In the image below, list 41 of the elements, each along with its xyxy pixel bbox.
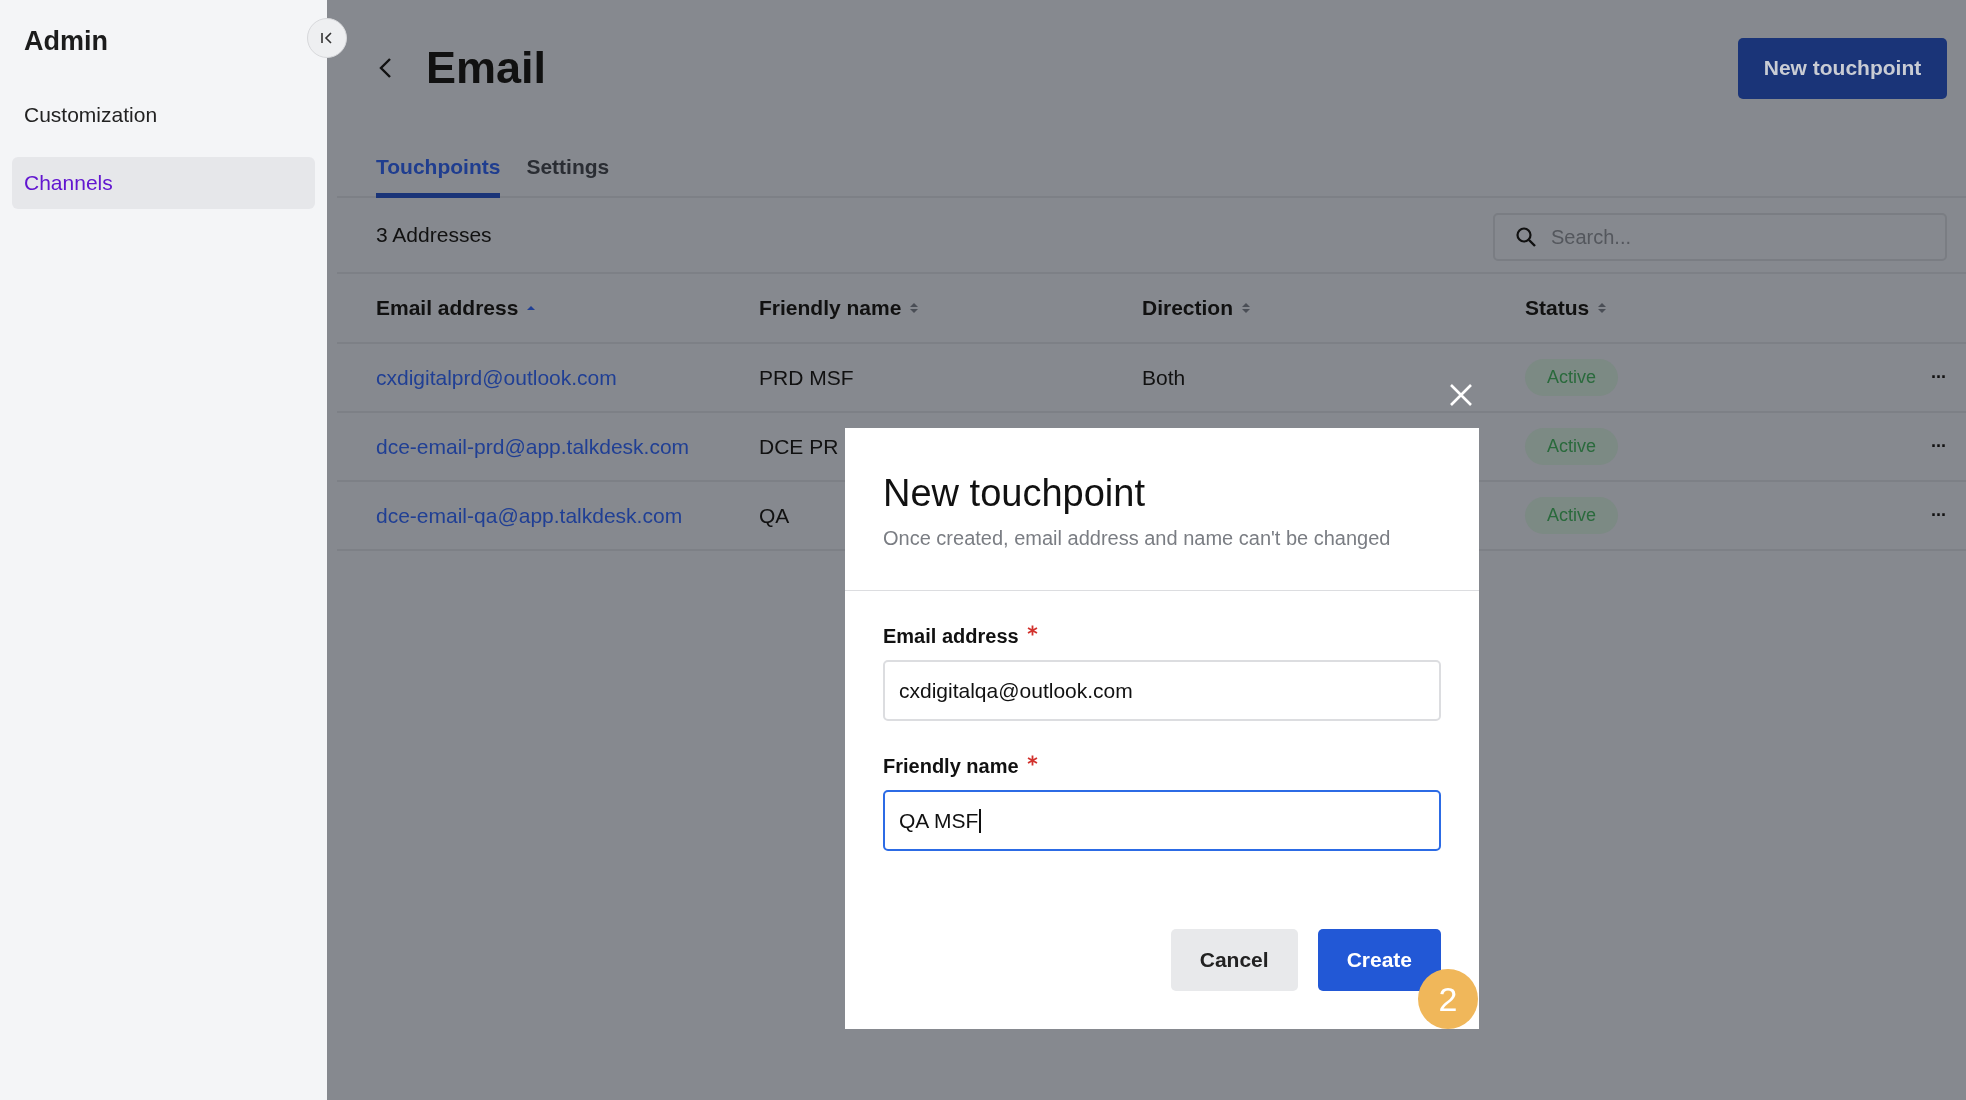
email-link[interactable]: dce-email-qa@app.talkdesk.com <box>376 503 683 528</box>
column-header[interactable]: Direction <box>1142 296 1233 320</box>
status-badge: Active <box>1525 428 1619 465</box>
sidebar-item[interactable]: Customization <box>12 89 315 141</box>
tab[interactable]: Settings <box>526 155 610 198</box>
close-icon[interactable] <box>1448 382 1474 408</box>
email-link[interactable]: cxdigitalprd@outlook.com <box>376 365 617 390</box>
column-header[interactable]: Status <box>1525 296 1590 320</box>
email-link[interactable]: dce-email-prd@app.talkdesk.com <box>376 434 690 459</box>
cancel-button[interactable]: Cancel <box>1170 929 1298 991</box>
row-menu[interactable]: ··· <box>1931 367 1946 388</box>
dialog-subtitle: Once created, email address and name can't be changed <box>883 527 1392 550</box>
sort-icon[interactable] <box>1597 301 1608 315</box>
sort-ascending-icon[interactable] <box>526 304 537 312</box>
status-badge: Active <box>1525 359 1619 396</box>
input-field[interactable]: QA MSF <box>883 790 1441 851</box>
table-cell: DCE PR <box>759 434 839 459</box>
create-button[interactable]: Create <box>1317 929 1441 991</box>
sidebar-title: Admin <box>24 26 109 57</box>
collapse-icon <box>320 31 334 45</box>
field-label: Email address <box>883 625 1019 648</box>
address-count: 3 Addresses <box>376 223 492 247</box>
table-cell: QA <box>759 503 790 528</box>
field-label: Friendly name <box>883 755 1019 778</box>
tab[interactable]: Touchpoints <box>376 155 501 198</box>
status-badge: Active <box>1525 497 1619 534</box>
column-header[interactable]: Friendly name <box>759 296 902 320</box>
dialog-title: New touchpoint <box>883 472 1146 515</box>
page-title: Email <box>426 42 547 94</box>
sort-icon[interactable] <box>1241 301 1251 315</box>
table-cell: Both <box>1142 365 1186 390</box>
input-field[interactable]: cxdigitalqa@outlook.com <box>883 660 1441 721</box>
sidebar-item[interactable]: Channels <box>12 157 315 209</box>
row-menu[interactable]: ··· <box>1931 505 1946 526</box>
collapse-sidebar-button[interactable] <box>307 18 347 58</box>
new-touchpoint-button[interactable]: New touchpoint <box>1738 37 1947 99</box>
sort-icon[interactable] <box>909 301 920 315</box>
row-menu[interactable]: ··· <box>1931 436 1946 457</box>
search-icon <box>1515 226 1537 248</box>
column-header[interactable]: Email address <box>376 296 519 320</box>
table-cell: PRD MSF <box>759 365 854 390</box>
